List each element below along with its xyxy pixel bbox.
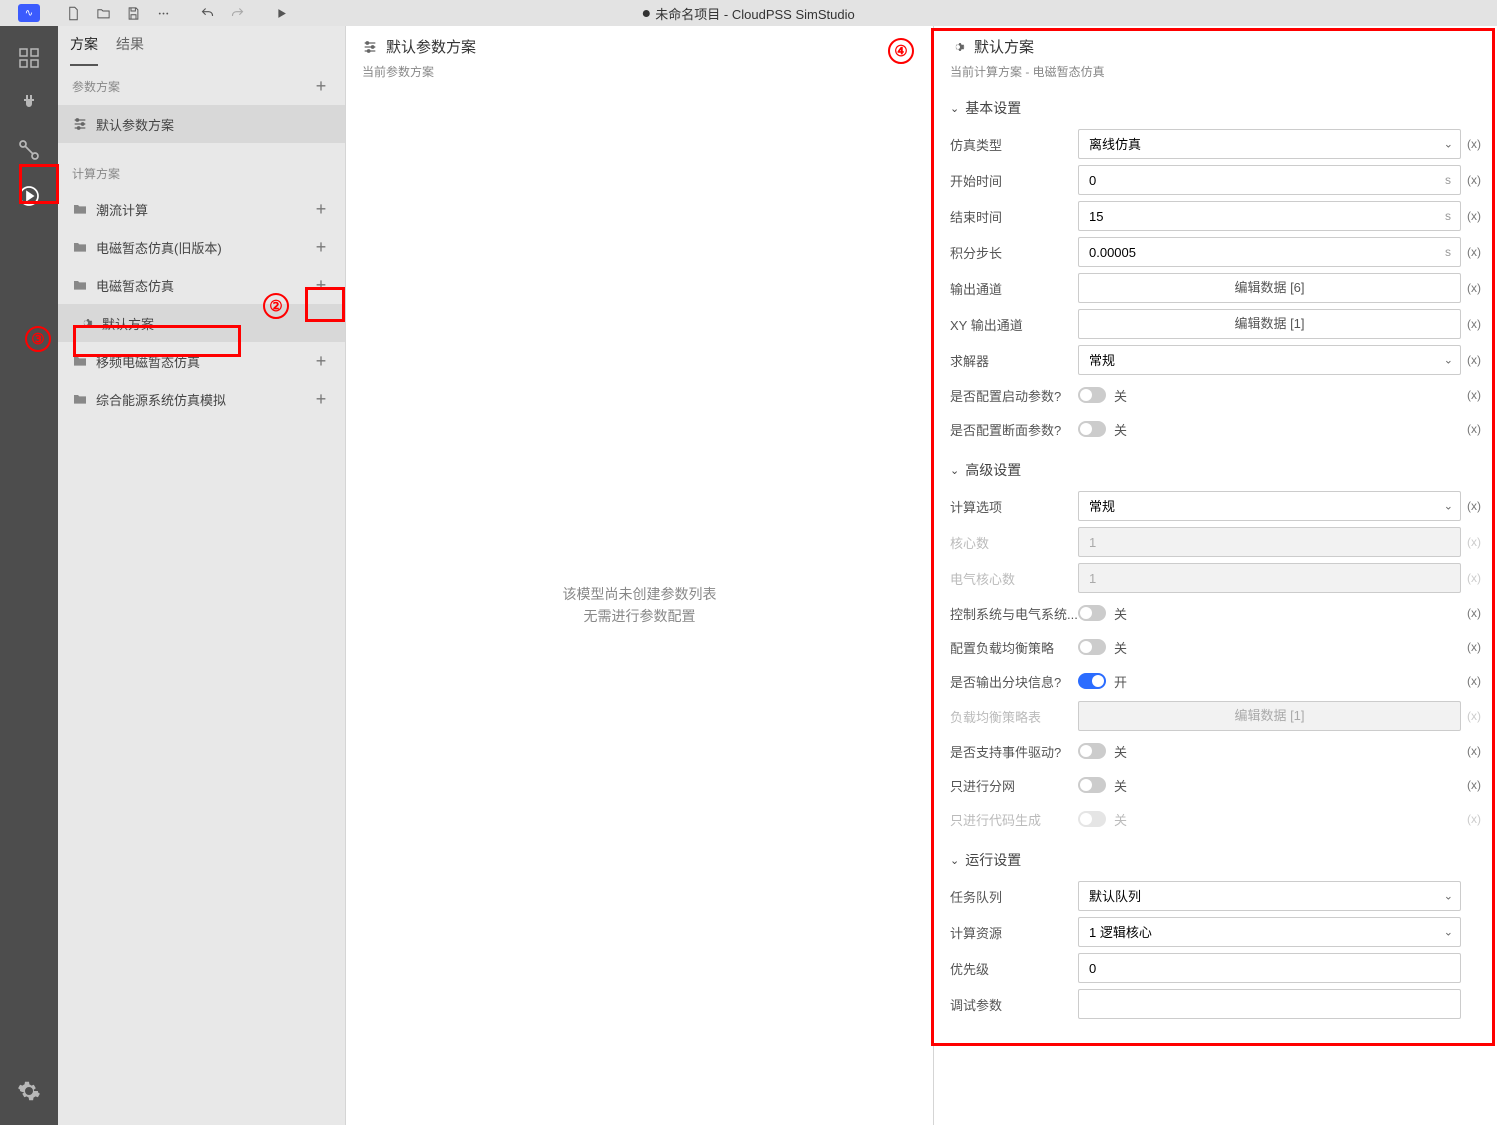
- only-code-toggle: [1078, 811, 1106, 827]
- tree-item-shifted-emt[interactable]: 移频电磁暂态仿真 +: [58, 342, 345, 380]
- group-param: 参数方案 +: [58, 66, 345, 105]
- rail-plug-icon[interactable]: [7, 82, 51, 126]
- add-emt-old[interactable]: +: [311, 237, 331, 258]
- activity-bar: [0, 26, 58, 1125]
- start-time-input[interactable]: [1078, 165, 1461, 195]
- add-shifted-emt[interactable]: +: [311, 351, 331, 372]
- xy-channel-button[interactable]: 编辑数据 [1]: [1078, 309, 1461, 339]
- folder-icon: [72, 239, 88, 255]
- only-part-toggle[interactable]: [1078, 777, 1106, 793]
- add-ies[interactable]: +: [311, 389, 331, 410]
- rail-graph-icon[interactable]: [7, 128, 51, 172]
- tab-result[interactable]: 结果: [116, 34, 144, 66]
- section-advanced[interactable]: ⌄高级设置: [934, 446, 1497, 488]
- priority-input[interactable]: [1078, 953, 1461, 983]
- solver-select[interactable]: 常规: [1078, 345, 1461, 375]
- gear-icon: [950, 39, 966, 55]
- xbtn[interactable]: (x): [1461, 606, 1487, 620]
- xbtn[interactable]: (x): [1461, 422, 1487, 436]
- xbtn[interactable]: (x): [1461, 778, 1487, 792]
- cores-input: [1078, 527, 1461, 557]
- folder-icon: [72, 391, 88, 407]
- xbtn[interactable]: (x): [1461, 499, 1487, 513]
- side-panel: 方案 结果 参数方案 + 默认参数方案 计算方案 潮流计算 + 电磁暂态仿真(旧…: [58, 26, 346, 1125]
- lb-table-button: 编辑数据 [1]: [1078, 701, 1461, 731]
- chevron-down-icon: ⌄: [950, 854, 959, 867]
- tree-default-param[interactable]: 默认参数方案: [58, 105, 345, 143]
- sliders-icon: [72, 116, 88, 132]
- xbtn[interactable]: (x): [1461, 281, 1487, 295]
- xbtn[interactable]: (x): [1461, 317, 1487, 331]
- gear-icon: [78, 315, 94, 331]
- properties-panel: 默认方案 当前计算方案 - 电磁暂态仿真 ⌄基本设置 仿真类型离线仿真⌄(x) …: [933, 26, 1497, 1125]
- xbtn[interactable]: (x): [1461, 137, 1487, 151]
- mid-subtitle: 当前参数方案: [362, 63, 917, 80]
- cfg-start-toggle[interactable]: [1078, 387, 1106, 403]
- xbtn: (x): [1461, 709, 1487, 723]
- tree-item-default-scheme[interactable]: 默认方案: [58, 304, 345, 342]
- side-tabs: 方案 结果: [58, 26, 345, 66]
- event-drv-toggle[interactable]: [1078, 743, 1106, 759]
- xbtn[interactable]: (x): [1461, 353, 1487, 367]
- xbtn: (x): [1461, 535, 1487, 549]
- end-time-input[interactable]: [1078, 201, 1461, 231]
- section-run[interactable]: ⌄运行设置: [934, 836, 1497, 878]
- rail-settings-icon[interactable]: [7, 1069, 51, 1113]
- rail-overview-icon[interactable]: [7, 36, 51, 80]
- folder-icon: [72, 201, 88, 217]
- more-icon[interactable]: [148, 0, 178, 26]
- debug-input[interactable]: [1078, 989, 1461, 1019]
- xbtn: (x): [1461, 812, 1487, 826]
- xbtn[interactable]: (x): [1461, 744, 1487, 758]
- open-folder-icon[interactable]: [88, 0, 118, 26]
- app-logo: ∿: [0, 4, 58, 22]
- sliders-icon: [362, 39, 378, 55]
- add-param-scheme[interactable]: +: [311, 76, 331, 97]
- new-file-icon[interactable]: [58, 0, 88, 26]
- step-input[interactable]: [1078, 237, 1461, 267]
- middle-panel: 默认参数方案 当前参数方案 该模型尚未创建参数列表 无需进行参数配置: [346, 26, 933, 1125]
- cfg-snap-toggle[interactable]: [1078, 421, 1106, 437]
- props-subtitle: 当前计算方案 - 电磁暂态仿真: [950, 63, 1481, 80]
- chevron-down-icon: ⌄: [950, 102, 959, 115]
- tree-item-emt-old[interactable]: 电磁暂态仿真(旧版本) +: [58, 228, 345, 266]
- tree-item-ies[interactable]: 综合能源系统仿真模拟 +: [58, 380, 345, 418]
- xbtn[interactable]: (x): [1461, 173, 1487, 187]
- xbtn[interactable]: (x): [1461, 674, 1487, 688]
- props-title: 默认方案: [950, 36, 1481, 57]
- sim-type-select[interactable]: 离线仿真: [1078, 129, 1461, 159]
- run-icon[interactable]: [266, 0, 296, 26]
- elec-cores-input: [1078, 563, 1461, 593]
- add-powerflow[interactable]: +: [311, 199, 331, 220]
- titlebar: ∿ 未命名项目 - CloudPSS SimStudio: [0, 0, 1497, 26]
- xbtn: (x): [1461, 571, 1487, 585]
- section-basic[interactable]: ⌄基本设置: [934, 84, 1497, 126]
- out-channel-button[interactable]: 编辑数据 [6]: [1078, 273, 1461, 303]
- tree-item-emt[interactable]: 电磁暂态仿真 +: [58, 266, 345, 304]
- resource-select[interactable]: 1 逻辑核心: [1078, 917, 1461, 947]
- ctrl-elec-toggle[interactable]: [1078, 605, 1106, 621]
- group-calc: 计算方案: [58, 155, 345, 190]
- xbtn[interactable]: (x): [1461, 209, 1487, 223]
- queue-select[interactable]: 默认队列: [1078, 881, 1461, 911]
- tree-item-powerflow[interactable]: 潮流计算 +: [58, 190, 345, 228]
- xbtn[interactable]: (x): [1461, 640, 1487, 654]
- mid-empty: 该模型尚未创建参数列表 无需进行参数配置: [346, 84, 933, 1125]
- redo-icon[interactable]: [222, 0, 252, 26]
- window-title: 未命名项目 - CloudPSS SimStudio: [642, 4, 854, 23]
- save-icon[interactable]: [118, 0, 148, 26]
- folder-icon: [72, 277, 88, 293]
- undo-icon[interactable]: [192, 0, 222, 26]
- add-emt[interactable]: +: [311, 275, 331, 296]
- xbtn[interactable]: (x): [1461, 245, 1487, 259]
- calc-opt-select[interactable]: 常规: [1078, 491, 1461, 521]
- mid-title: 默认参数方案: [362, 36, 917, 57]
- lb-strategy-toggle[interactable]: [1078, 639, 1106, 655]
- out-block-toggle[interactable]: [1078, 673, 1106, 689]
- tab-scheme[interactable]: 方案: [70, 34, 98, 66]
- rail-run-icon[interactable]: [7, 174, 51, 218]
- folder-icon: [72, 353, 88, 369]
- chevron-down-icon: ⌄: [950, 464, 959, 477]
- xbtn[interactable]: (x): [1461, 388, 1487, 402]
